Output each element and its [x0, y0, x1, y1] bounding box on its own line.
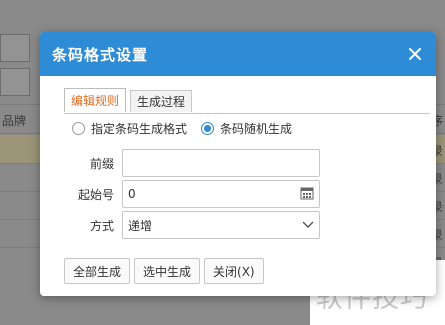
mode-row: 方式 递增	[76, 211, 320, 239]
mode-label: 方式	[89, 218, 114, 233]
generation-mode-radios: 指定条码生成格式 条码随机生成	[72, 120, 292, 137]
chevron-down-icon[interactable]	[302, 218, 314, 232]
calendar-icon[interactable]	[300, 186, 314, 203]
close-icon[interactable]	[406, 45, 424, 63]
mode-value: 递增	[128, 218, 153, 233]
prefix-input[interactable]	[122, 149, 320, 177]
tab-divider	[64, 113, 430, 114]
tab-edit-rules[interactable]: 编辑规则	[64, 88, 127, 112]
background-input-1	[0, 34, 30, 62]
radio-random-generate[interactable]: 条码随机生成	[201, 120, 292, 137]
radio-specified-format[interactable]: 指定条码生成格式	[72, 120, 187, 137]
prefix-label: 前缀	[89, 156, 114, 171]
start-number-input[interactable]: 0	[122, 180, 320, 208]
close-button[interactable]: 关闭(X)	[204, 258, 264, 284]
dialog-title: 条码格式设置	[52, 45, 149, 64]
mode-select[interactable]: 递增	[122, 211, 320, 239]
generate-all-button[interactable]: 全部生成	[64, 258, 131, 284]
radio-label: 指定条码生成格式	[91, 122, 188, 136]
barcode-format-dialog: 条码格式设置 编辑规则 生成过程 指定条码生成格式 条码随机生成 前缀 起始号 …	[40, 32, 436, 296]
dialog-actions: 全部生成 选中生成 关闭(X)	[64, 258, 264, 284]
radio-circle-selected[interactable]	[201, 122, 215, 135]
start-number-label: 起始号	[77, 187, 114, 202]
dialog-tabs: 编辑规则 生成过程	[64, 88, 193, 112]
start-number-row: 起始号 0	[76, 180, 320, 208]
radio-circle-unselected[interactable]	[72, 122, 85, 135]
dialog-titlebar: 条码格式设置	[40, 32, 436, 76]
background-header-label: 品牌	[2, 114, 27, 128]
tab-generation-process[interactable]: 生成过程	[130, 90, 193, 112]
radio-label: 条码随机生成	[220, 122, 293, 136]
background-input-2	[0, 68, 30, 96]
generate-selected-button[interactable]: 选中生成	[134, 258, 201, 284]
prefix-row: 前缀	[76, 149, 320, 177]
start-number-value: 0	[128, 187, 136, 201]
